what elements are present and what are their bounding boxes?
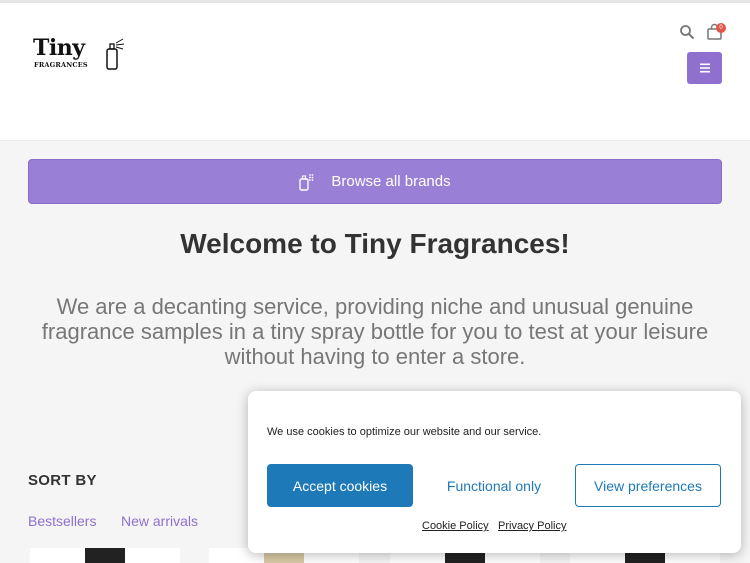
functional-only-button[interactable]: Functional only — [421, 464, 567, 507]
intro-text: We are a decanting service, providing ni… — [41, 294, 709, 369]
logo-wordmark: Tiny — [33, 35, 85, 61]
browse-brands-button[interactable]: Browse all brands — [28, 159, 722, 204]
site-logo[interactable]: Tiny FRAGRANCES — [33, 35, 133, 75]
product-image — [85, 548, 125, 563]
site-header: Tiny FRAGRANCES 0 — [0, 3, 750, 141]
welcome-heading: Welcome to Tiny Fragrances! — [180, 228, 570, 259]
sort-by-heading: SORT BY — [28, 472, 97, 489]
accept-cookies-button[interactable]: Accept cookies — [267, 464, 413, 507]
logo-bottle-icon — [106, 38, 125, 70]
cookie-message: We use cookies to optimize our website a… — [267, 426, 542, 438]
privacy-policy-link[interactable]: Privacy Policy — [498, 520, 566, 532]
cookie-consent-banner: We use cookies to optimize our website a… — [248, 391, 741, 553]
browse-brands-label: Browse all brands — [331, 173, 451, 190]
sort-new-arrivals-link[interactable]: New arrivals — [121, 513, 198, 529]
hamburger-menu-icon — [699, 63, 710, 73]
sort-bestsellers-link[interactable]: Bestsellers — [28, 513, 96, 529]
cart-count-badge: 0 — [716, 23, 726, 33]
product-card[interactable] — [30, 548, 180, 563]
spray-icon — [299, 173, 314, 191]
view-preferences-button[interactable]: View preferences — [575, 464, 721, 507]
menu-button[interactable] — [687, 52, 722, 84]
cookie-policy-link[interactable]: Cookie Policy — [422, 520, 489, 532]
logo-subtitle: FRAGRANCES — [34, 61, 88, 69]
search-icon[interactable] — [679, 24, 695, 40]
